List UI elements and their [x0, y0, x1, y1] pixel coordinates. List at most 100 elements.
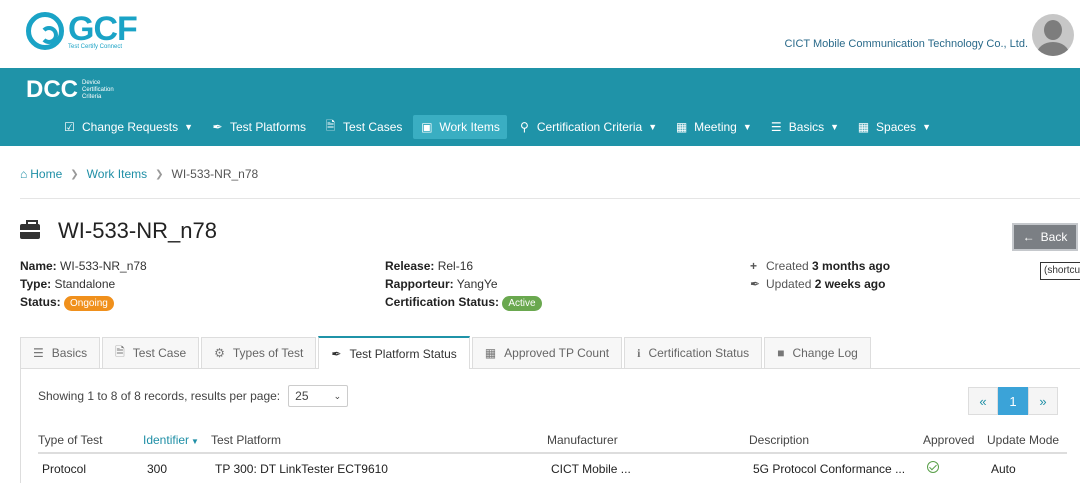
detail-tabs: ☰ Basics 🗎 Test Case ⚙ Types of Test ✒ Test … — [20, 336, 1080, 369]
caret-down-icon: ▼ — [830, 122, 840, 132]
tab-certification-status[interactable]: i Certification Status — [624, 337, 763, 368]
column-header-description[interactable]: Description — [749, 427, 923, 454]
chevron-down-icon: ⌄ — [333, 390, 342, 401]
cell-type: Protocol — [42, 461, 87, 476]
dcc-nav-bar: DCC Device Certification Criteria ☑ Chan… — [0, 68, 1080, 146]
column-header-type-of-test[interactable]: Type of Test — [38, 427, 143, 454]
nav-meeting[interactable]: ▦ Meeting ▼ — [668, 115, 759, 139]
file-icon: 🗎 — [115, 344, 125, 359]
info-icon: i — [637, 345, 641, 360]
cell-identifier: 300 — [147, 461, 168, 476]
clipboard-check-icon: ☑ — [64, 120, 75, 134]
tab-approved-tp-count[interactable]: ▦ Approved TP Count — [471, 337, 623, 368]
type-value: Standalone — [54, 277, 116, 291]
status-badge: Ongoing — [64, 296, 114, 311]
pager-page-1[interactable]: 1 — [998, 387, 1028, 415]
created-value: 3 months ago — [812, 259, 891, 273]
top-header: GCF Test Certify Connect CICT Mobile Com… — [0, 0, 1080, 68]
name-value: WI-533-NR_n78 — [60, 259, 147, 273]
nav-test-cases[interactable]: 🗎 Test Cases — [317, 112, 409, 143]
tab-test-platform-status[interactable]: ✒ Test Platform Status — [318, 336, 470, 369]
breadcrumb-home[interactable]: Home — [30, 167, 62, 181]
dcc-logo[interactable]: DCC Device Certification Criteria — [26, 76, 114, 104]
server-icon: ☰ — [770, 120, 782, 134]
chevron-right-icon: ❯ — [70, 168, 79, 180]
pen-icon: ✒ — [212, 120, 223, 134]
grid-icon: ▦ — [857, 120, 870, 134]
cell-manufacturer: CICT Mobile ... — [551, 461, 631, 476]
briefcase-icon: ▣ — [421, 120, 433, 134]
breadcrumb-work-items[interactable]: Work Items — [87, 167, 147, 181]
book-icon: ■ — [777, 346, 785, 360]
cell-approved — [923, 453, 987, 483]
tab-test-case[interactable]: 🗎 Test Case — [102, 337, 200, 368]
cell-description: 5G Protocol Conformance ... — [753, 461, 906, 476]
calculator-icon: ▦ — [484, 346, 497, 360]
cell-update-mode: Auto — [991, 461, 1016, 476]
pager-prev-button[interactable]: « — [968, 387, 998, 415]
tab-basics[interactable]: ☰ Basics — [20, 337, 101, 368]
dcc-logo-subtitle: Device Certification Criteria — [82, 79, 114, 100]
pen-icon: ✒ — [750, 277, 761, 291]
check-circle-icon — [927, 461, 939, 473]
plus-icon: + — [750, 259, 758, 273]
updated-value: 2 weeks ago — [814, 277, 886, 291]
column-header-test-platform[interactable]: Test Platform — [211, 427, 547, 454]
meta-middle: Release: Rel-16 Rapporteur: YangYe Certi… — [385, 257, 542, 311]
column-header-identifier[interactable]: Identifier ▼ — [143, 427, 211, 454]
back-button[interactable]: ← Back — [1012, 223, 1078, 251]
cogs-icon: ⚙ — [214, 346, 225, 360]
dcc-logo-text: DCC — [26, 76, 78, 103]
rapporteur-value: YangYe — [456, 277, 498, 291]
breadcrumb-current: WI-533-NR_n78 — [171, 167, 259, 181]
calendar-icon: ▦ — [675, 120, 688, 134]
company-name[interactable]: CICT Mobile Communication Technology Co.… — [784, 38, 1028, 50]
pen-icon: ✒ — [331, 346, 342, 361]
divider — [20, 198, 1080, 199]
table-row[interactable]: Protocol 300 TP 300: DT LinkTester ECT96… — [38, 453, 1067, 483]
page-title-row: WI-533-NR_n78 — [20, 218, 217, 244]
nav-work-items[interactable]: ▣ Work Items — [413, 115, 507, 139]
chevron-right-icon: ❯ — [155, 168, 164, 180]
breadcrumb: ⌂ Home ❯ Work Items ❯ WI-533-NR_n78 — [20, 167, 258, 181]
tab-change-log[interactable]: ■ Change Log — [764, 337, 871, 368]
test-platform-table: Type of Test Identifier ▼ Test Platform M… — [38, 427, 1067, 483]
column-header-update-mode[interactable]: Update Mode — [987, 427, 1067, 454]
gcf-logo-text: GCF — [68, 10, 138, 48]
main-nav: ☑ Change Requests ▼ ✒ Test Platforms 🗎 T… — [56, 112, 942, 142]
file-icon: 🗎 — [325, 118, 336, 133]
gcf-logo-icon — [26, 12, 64, 50]
caret-down-icon: ▼ — [922, 122, 931, 132]
meta-left: Name: WI-533-NR_n78 Type: Standalone Sta… — [20, 259, 147, 311]
award-icon: ⚲ — [519, 120, 529, 134]
user-avatar[interactable] — [1032, 14, 1074, 56]
tab-panel: Showing 1 to 8 of 8 records, results per… — [20, 369, 1080, 483]
nav-basics[interactable]: ☰ Basics ▼ — [763, 115, 846, 139]
nav-change-requests[interactable]: ☑ Change Requests ▼ — [56, 115, 200, 139]
certification-status-badge: Active — [502, 296, 542, 311]
list-icon: ☰ — [33, 346, 44, 360]
per-page-select[interactable]: 25 ⌄ — [288, 385, 349, 407]
page-title: WI-533-NR_n78 — [58, 218, 217, 243]
caret-down-icon: ▼ — [184, 122, 193, 132]
nav-test-platforms[interactable]: ✒ Test Platforms — [204, 115, 313, 139]
briefcase-icon — [20, 219, 40, 239]
column-header-manufacturer[interactable]: Manufacturer — [547, 427, 749, 454]
nav-certification-criteria[interactable]: ⚲ Certification Criteria ▼ — [511, 115, 664, 139]
gcf-logo[interactable]: GCF Test Certify Connect — [26, 10, 138, 56]
tab-types-of-test[interactable]: ⚙ Types of Test — [201, 337, 317, 368]
pager-next-button[interactable]: » — [1028, 387, 1058, 415]
pagination: « 1 » — [968, 387, 1058, 415]
caret-down-icon: ▼ — [648, 122, 658, 132]
home-icon[interactable]: ⌂ — [20, 167, 27, 181]
release-value: Rel-16 — [437, 259, 474, 273]
arrow-left-icon: ← — [1022, 230, 1035, 244]
column-header-approved[interactable]: Approved — [923, 427, 987, 454]
shortcut-tooltip: (shortcut — [1040, 262, 1080, 280]
cell-platform[interactable]: TP 300: DT LinkTester ECT9610 — [211, 453, 547, 483]
caret-down-icon: ▼ — [191, 436, 199, 446]
meta-right: + Created 3 months ago ✒ Updated 2 weeks a… — [750, 259, 891, 291]
nav-spaces[interactable]: ▦ Spaces ▼ — [850, 115, 938, 139]
records-info: Showing 1 to 8 of 8 records, results per… — [38, 385, 349, 407]
caret-down-icon: ▼ — [742, 122, 752, 132]
